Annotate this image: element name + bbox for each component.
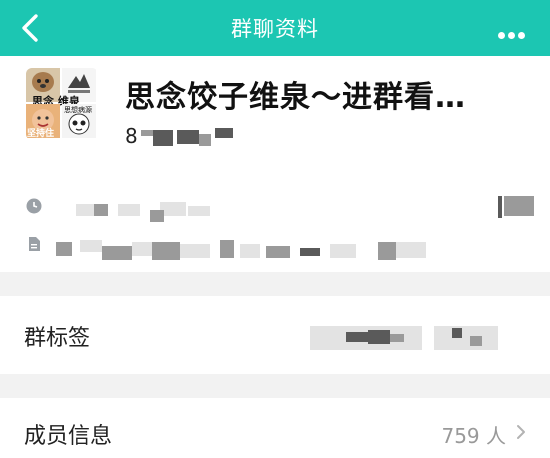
avatar-caption-baby: 坚持住 [27,129,55,139]
members-label: 成员信息 [24,424,113,449]
group-info-card: 思念 维泉 坚持住 思想病源 思念饺子维泉～进群看… 8 [0,56,550,272]
document-icon [29,237,40,251]
member-count: 759 人 [441,424,506,448]
tags-label: 群标签 [24,326,91,351]
clock-icon [26,198,42,214]
group-tags-row[interactable]: 群标签 [0,296,550,374]
page-title: 群聊资料 [231,17,319,41]
more-dots-icon[interactable] [498,24,532,39]
members-info-row[interactable]: 成员信息 759 人 [0,398,550,458]
chevron-right-icon [517,425,525,439]
avatar-caption-panda: 思想病源 [64,106,92,114]
group-id-prefix: 8 [125,124,138,148]
group-avatar[interactable]: 思念 维泉 坚持住 思想病源 [26,68,98,140]
top-bar: 群聊资料 [0,0,550,56]
group-name[interactable]: 思念饺子维泉～进群看… [125,72,466,116]
